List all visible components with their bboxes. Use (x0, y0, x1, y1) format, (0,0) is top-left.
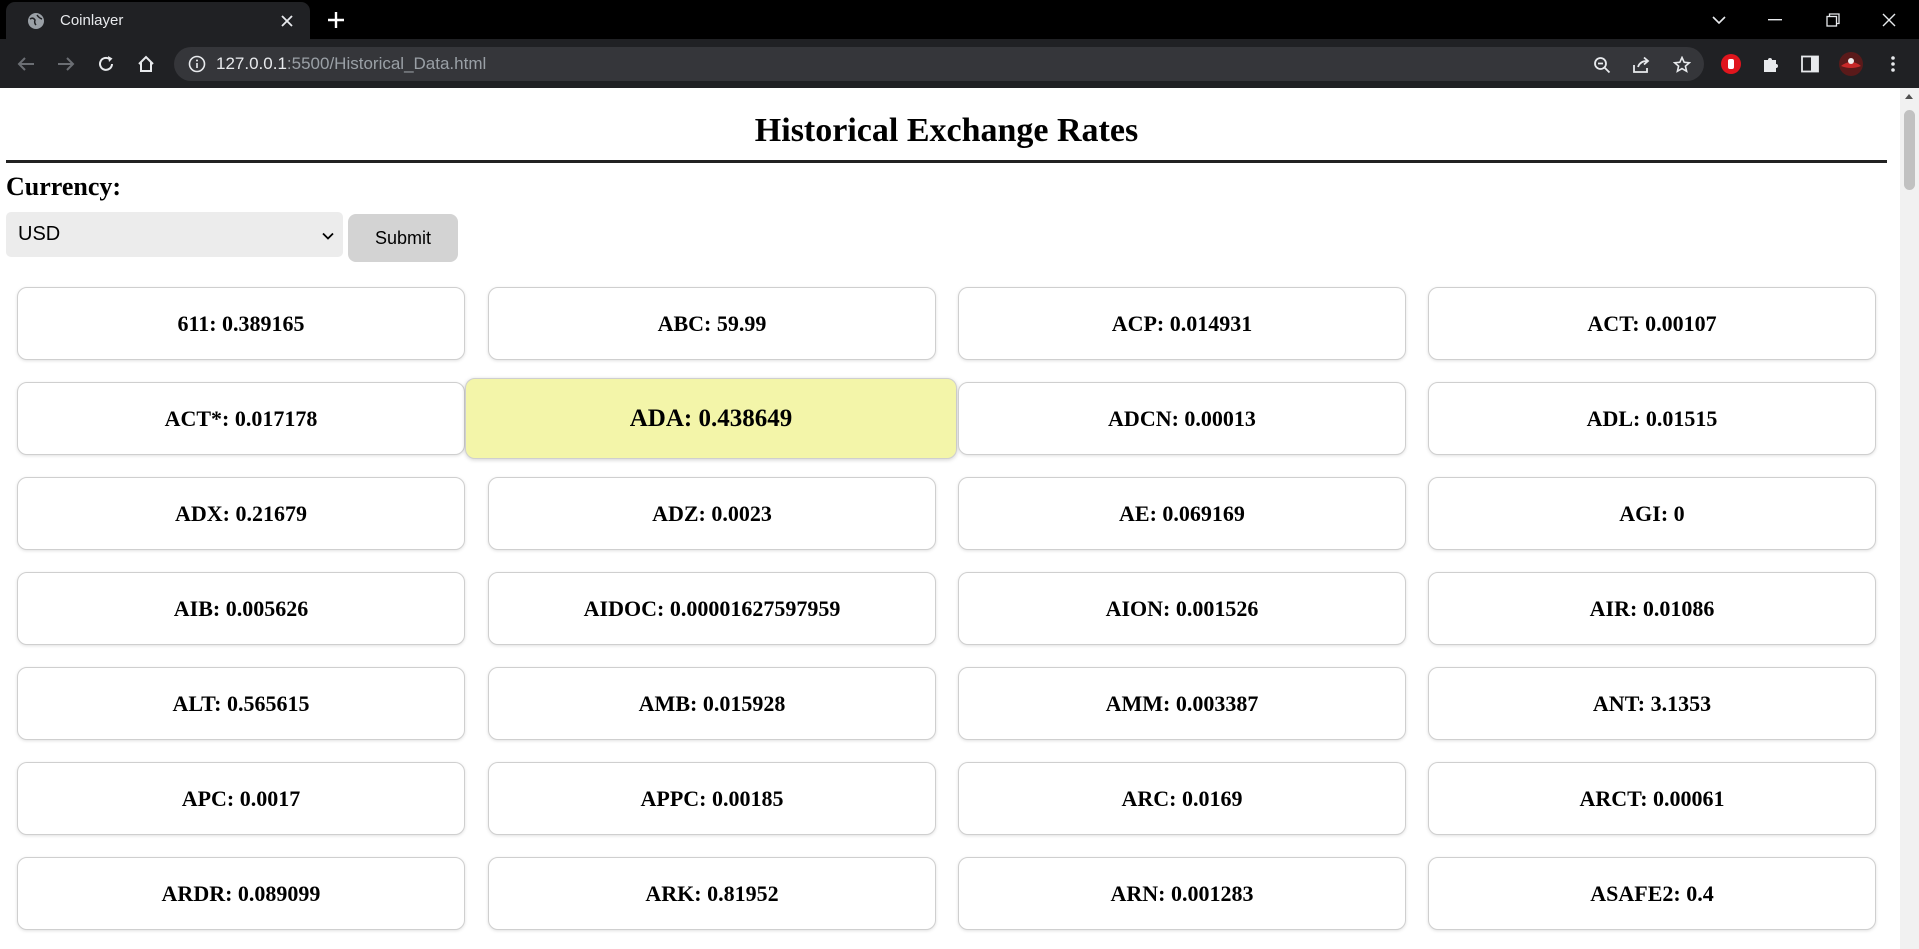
home-icon[interactable] (130, 48, 162, 80)
scrollbar-thumb[interactable] (1904, 110, 1915, 190)
currency-selected-value: USD (18, 223, 61, 245)
rate-card[interactable]: APC: 0.0017 (17, 762, 465, 835)
rate-card[interactable]: ARCT: 0.00061 (1428, 762, 1876, 835)
tab-search-icon[interactable] (1696, 0, 1742, 39)
bookmark-star-icon[interactable] (1672, 55, 1692, 75)
submit-button[interactable]: Submit (348, 214, 458, 262)
title-divider (6, 160, 1887, 163)
rate-card[interactable]: ACT*: 0.017178 (17, 382, 465, 455)
rate-card[interactable]: ASAFE2: 0.4 (1428, 857, 1876, 930)
address-bar[interactable]: 127.0.0.1:5500/Historical_Data.html (174, 47, 1704, 81)
reload-icon[interactable] (90, 48, 122, 80)
browser-tab[interactable]: Coinlayer (6, 2, 310, 39)
minimize-icon[interactable] (1752, 0, 1798, 39)
share-icon[interactable] (1632, 55, 1652, 75)
rate-card[interactable]: AMM: 0.003387 (958, 667, 1406, 740)
rate-card[interactable]: ARK: 0.81952 (488, 857, 936, 930)
rate-card[interactable]: ACT: 0.00107 (1428, 287, 1876, 360)
rate-card[interactable]: AIB: 0.005626 (17, 572, 465, 645)
new-tab-button[interactable] (322, 8, 350, 32)
restore-icon[interactable] (1810, 0, 1856, 39)
rate-card[interactable]: ARC: 0.0169 (958, 762, 1406, 835)
close-tab-icon[interactable] (276, 10, 298, 32)
rate-card[interactable]: AMB: 0.015928 (488, 667, 936, 740)
url-path: :5500/Historical_Data.html (286, 54, 487, 73)
scroll-up-arrow-icon[interactable] (1905, 94, 1913, 99)
rate-card[interactable]: ADCN: 0.00013 (958, 382, 1406, 455)
rate-card[interactable]: ADZ: 0.0023 (488, 477, 936, 550)
zoom-icon[interactable] (1592, 55, 1612, 75)
page-title: Historical Exchange Rates (754, 112, 1139, 149)
menu-kebab-icon[interactable] (1880, 51, 1906, 77)
rate-card[interactable]: AION: 0.001526 (958, 572, 1406, 645)
rate-card[interactable]: ABC: 59.99 (488, 287, 936, 360)
profile-avatar[interactable] (1838, 51, 1864, 77)
side-panel-icon[interactable] (1797, 51, 1823, 77)
browser-toolbar: 127.0.0.1:5500/Historical_Data.html (0, 39, 1919, 88)
rate-card[interactable]: ADL: 0.01515 (1428, 382, 1876, 455)
currency-label: Currency: (6, 172, 122, 201)
close-window-icon[interactable] (1866, 0, 1912, 39)
rate-card[interactable]: AGI: 0 (1428, 477, 1876, 550)
back-icon[interactable] (10, 48, 42, 80)
rate-card[interactable]: 611: 0.389165 (17, 287, 465, 360)
page-viewport: Historical Exchange Rates Currency: USD … (0, 88, 1900, 949)
rate-card[interactable]: ADX: 0.21679 (17, 477, 465, 550)
currency-select[interactable]: USD (6, 212, 343, 257)
rate-card[interactable]: APPC: 0.00185 (488, 762, 936, 835)
site-info-icon[interactable] (188, 55, 206, 73)
url-text: 127.0.0.1:5500/Historical_Data.html (216, 54, 486, 74)
rate-card[interactable]: ARN: 0.001283 (958, 857, 1406, 930)
rate-card[interactable]: ADA: 0.438649 (465, 378, 957, 459)
page-scrollbar[interactable] (1900, 88, 1919, 949)
tab-title: Coinlayer (60, 12, 124, 29)
adblock-extension-icon[interactable] (1718, 51, 1744, 77)
globe-icon (26, 11, 46, 31)
rate-card[interactable]: AIDOC: 0.00001627597959 (488, 572, 936, 645)
url-host: 127.0.0.1 (216, 54, 287, 73)
chevron-down-icon (321, 226, 335, 240)
forward-icon[interactable] (50, 48, 82, 80)
rate-card[interactable]: AIR: 0.01086 (1428, 572, 1876, 645)
rate-card[interactable]: ARDR: 0.089099 (17, 857, 465, 930)
browser-tab-bar: Coinlayer (0, 0, 1919, 39)
rate-card[interactable]: ALT: 0.565615 (17, 667, 465, 740)
rate-card[interactable]: AE: 0.069169 (958, 477, 1406, 550)
extensions-puzzle-icon[interactable] (1758, 51, 1784, 77)
rate-card[interactable]: ANT: 3.1353 (1428, 667, 1876, 740)
rate-card[interactable]: ACP: 0.014931 (958, 287, 1406, 360)
